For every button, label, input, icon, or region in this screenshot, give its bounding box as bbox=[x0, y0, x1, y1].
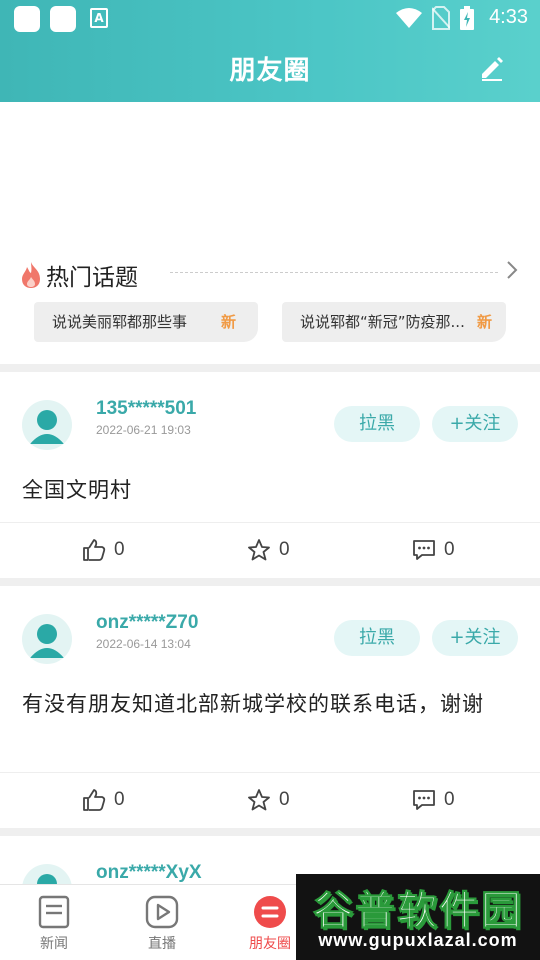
hot-topic-item[interactable]: 说说郓都“新冠”防疫那... 新 bbox=[282, 302, 506, 342]
avatar[interactable] bbox=[22, 400, 72, 450]
block-button[interactable]: 拉黑 bbox=[334, 406, 420, 442]
notification-icon bbox=[14, 6, 40, 32]
status-bar: A 4:33 bbox=[0, 0, 540, 36]
user-icon bbox=[30, 410, 64, 444]
section-divider bbox=[0, 364, 540, 372]
like-count: 0 bbox=[114, 539, 125, 560]
tab-live[interactable]: 直播 bbox=[108, 885, 216, 960]
like-button[interactable]: 0 bbox=[82, 538, 125, 562]
tab-label: 新闻 bbox=[40, 936, 68, 952]
avatar[interactable] bbox=[22, 614, 72, 664]
new-badge: 新 bbox=[220, 313, 236, 331]
play-icon bbox=[145, 895, 179, 929]
star-icon bbox=[248, 789, 270, 811]
divider bbox=[170, 272, 498, 273]
section-divider bbox=[0, 578, 540, 586]
hot-topic-text: 说说郓都“新冠”防疫那... bbox=[300, 313, 465, 331]
no-sim-icon bbox=[432, 6, 450, 30]
post-content: 有没有朋友知道北部新城学校的联系电话，谢谢 bbox=[22, 692, 484, 716]
user-icon bbox=[30, 624, 64, 658]
comment-count: 0 bbox=[444, 789, 455, 810]
section-divider bbox=[0, 828, 540, 836]
post-card: 135*****501 2022-06-21 19:03 拉黑 +关注 全国文明… bbox=[0, 372, 540, 578]
watermark-url: www.gupuxlazal.com bbox=[318, 930, 518, 950]
battery-icon bbox=[460, 6, 474, 30]
like-count: 0 bbox=[114, 789, 125, 810]
divider bbox=[0, 522, 540, 523]
tab-news[interactable]: 新闻 bbox=[0, 885, 108, 960]
chevron-right-icon[interactable] bbox=[506, 260, 518, 280]
thumbs-up-icon bbox=[83, 539, 106, 561]
edit-icon[interactable] bbox=[478, 54, 506, 82]
notification-icon bbox=[50, 6, 76, 32]
star-icon bbox=[248, 539, 270, 561]
keyboard-indicator-icon: A bbox=[90, 8, 108, 28]
user-icon bbox=[37, 874, 57, 884]
favorite-count: 0 bbox=[279, 789, 290, 810]
username[interactable]: onz*****Z70 bbox=[96, 612, 198, 634]
hot-topics-section: 热门话题 说说美丽郓都那些事 新 说说郓都“新冠”防疫那... 新 bbox=[0, 250, 540, 366]
username[interactable]: onz*****XyX bbox=[96, 862, 202, 884]
post-card: onz*****Z70 2022-06-14 13:04 拉黑 +关注 有没有朋… bbox=[0, 586, 540, 828]
thumbs-up-icon bbox=[83, 789, 106, 811]
favorite-count: 0 bbox=[279, 539, 290, 560]
comment-icon bbox=[413, 790, 435, 810]
new-badge: 新 bbox=[476, 313, 492, 331]
username[interactable]: 135*****501 bbox=[96, 398, 196, 420]
flame-icon bbox=[22, 262, 40, 288]
moments-icon bbox=[254, 896, 286, 928]
follow-button[interactable]: +关注 bbox=[432, 406, 518, 442]
watermark: 谷普软件园 www.gupuxlazal.com bbox=[296, 874, 540, 960]
post-date: 2022-06-14 13:04 bbox=[96, 637, 191, 651]
comment-count: 0 bbox=[444, 539, 455, 560]
app-header: A 4:33 朋友圈 bbox=[0, 0, 540, 102]
divider bbox=[0, 772, 540, 773]
hot-topics-title: 热门话题 bbox=[46, 265, 138, 291]
news-icon bbox=[38, 895, 70, 929]
favorite-button[interactable]: 0 bbox=[247, 538, 290, 562]
block-button[interactable]: 拉黑 bbox=[334, 620, 420, 656]
hot-topic-text: 说说美丽郓都那些事 bbox=[52, 313, 188, 331]
comment-icon bbox=[413, 540, 435, 560]
follow-button[interactable]: +关注 bbox=[432, 620, 518, 656]
tab-label: 直播 bbox=[148, 936, 176, 952]
avatar[interactable] bbox=[22, 864, 72, 884]
like-button[interactable]: 0 bbox=[82, 788, 125, 812]
comment-button[interactable]: 0 bbox=[412, 538, 455, 562]
favorite-button[interactable]: 0 bbox=[247, 788, 290, 812]
hot-topic-item[interactable]: 说说美丽郓都那些事 新 bbox=[34, 302, 258, 342]
post-date: 2022-06-21 19:03 bbox=[96, 423, 191, 437]
clock: 4:33 bbox=[489, 6, 528, 28]
watermark-name: 谷普软件园 bbox=[313, 888, 523, 935]
post-content: 全国文明村 bbox=[22, 478, 132, 502]
wifi-icon bbox=[396, 8, 422, 28]
page-title: 朋友圈 bbox=[229, 56, 311, 86]
comment-button[interactable]: 0 bbox=[412, 788, 455, 812]
